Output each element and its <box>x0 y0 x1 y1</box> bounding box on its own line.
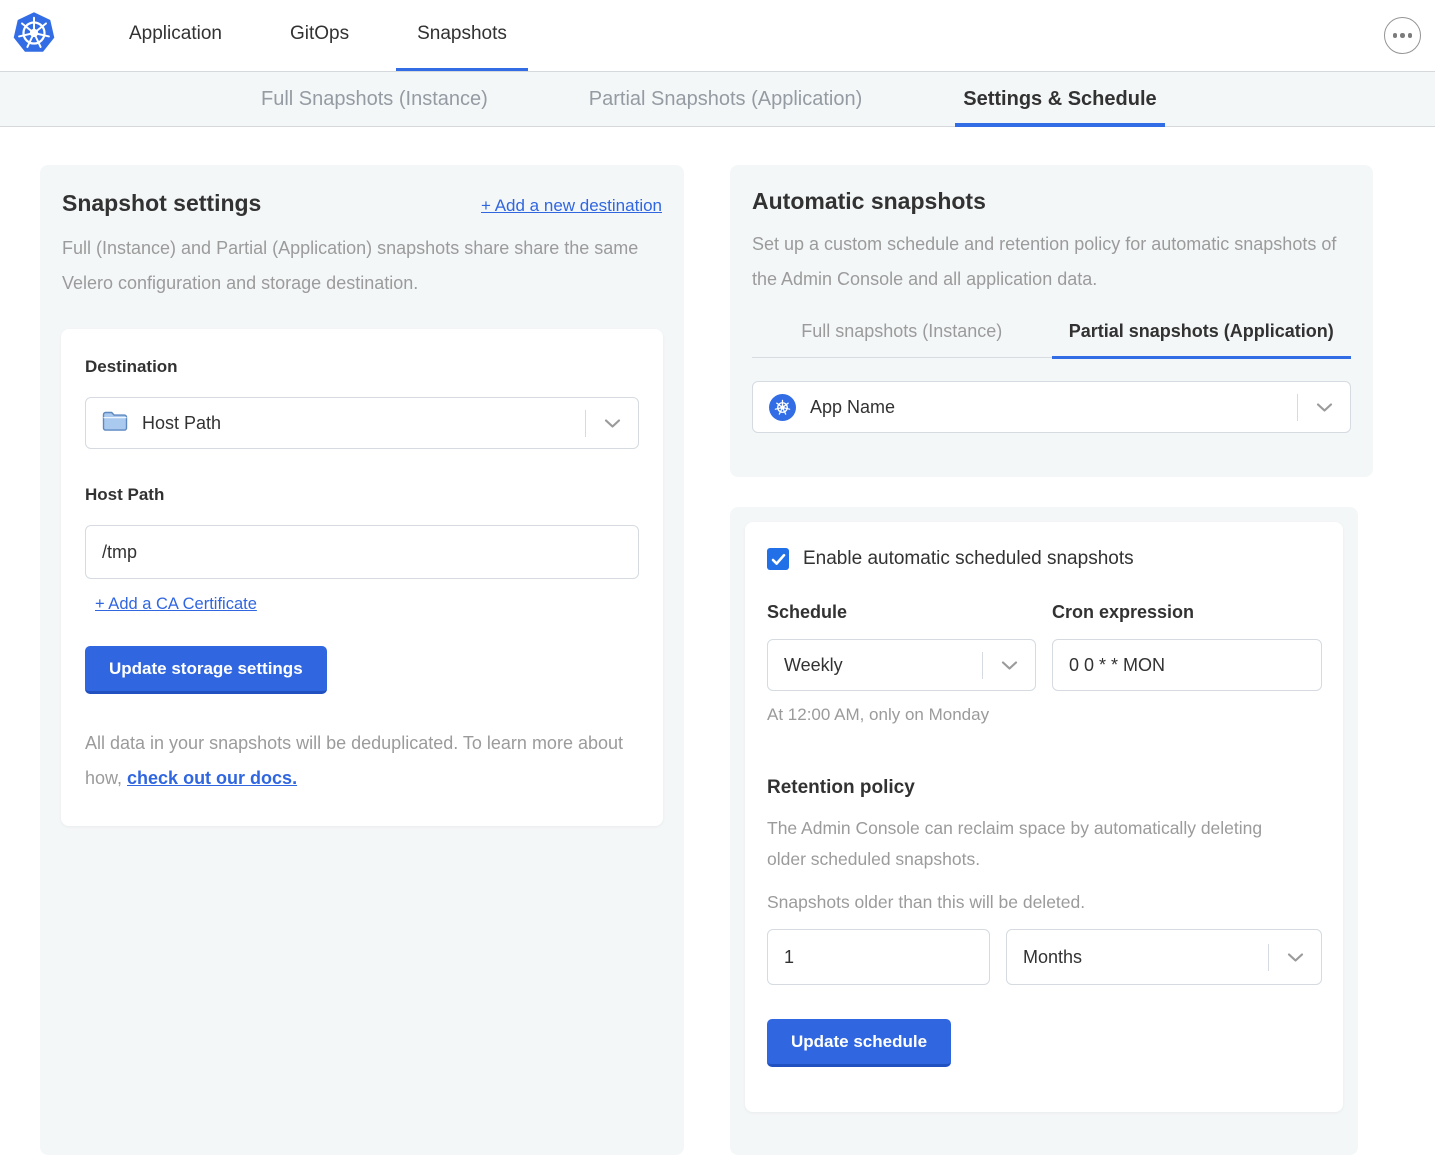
checkbox-checked-icon[interactable] <box>767 548 789 570</box>
retention-unit-select[interactable]: Months <box>1006 929 1322 985</box>
cron-human-readable: At 12:00 AM, only on Monday <box>767 705 1321 725</box>
storage-settings-panel: Destination Host Path Host Path <box>61 329 663 826</box>
topnav-tab-application[interactable]: Application <box>108 0 243 71</box>
update-storage-settings-button[interactable]: Update storage settings <box>85 646 327 694</box>
automatic-snapshots-title: Automatic snapshots <box>752 188 1351 215</box>
kubernetes-logo-icon <box>12 11 56 60</box>
host-path-label: Host Path <box>85 485 639 505</box>
kubernetes-app-icon <box>769 394 796 421</box>
schedule-label: Schedule <box>767 602 1036 623</box>
subnav-tab-full-snapshots[interactable]: Full Snapshots (Instance) <box>253 72 496 126</box>
schedule-panel: Enable automatic scheduled snapshots Sch… <box>745 522 1343 1112</box>
chevron-down-icon <box>586 398 638 448</box>
app-select-value: App Name <box>810 397 895 418</box>
dedupe-note: All data in your snapshots will be dedup… <box>85 726 639 796</box>
add-new-destination-link[interactable]: + Add a new destination <box>481 196 662 216</box>
add-ca-certificate-link[interactable]: + Add a CA Certificate <box>95 595 257 614</box>
subnav-tab-partial-snapshots[interactable]: Partial Snapshots (Application) <box>581 72 870 126</box>
schedule-interval-select[interactable]: Weekly <box>767 639 1036 691</box>
app-select[interactable]: App Name <box>752 381 1351 433</box>
retention-value-input[interactable] <box>767 929 990 985</box>
main-content: Snapshot settings + Add a new destinatio… <box>0 127 1435 1155</box>
update-schedule-button[interactable]: Update schedule <box>767 1019 951 1067</box>
folder-icon <box>102 410 128 437</box>
chevron-down-icon <box>1269 930 1321 984</box>
snapshot-settings-card: Snapshot settings + Add a new destinatio… <box>40 165 684 1155</box>
topnav-tab-snapshots[interactable]: Snapshots <box>396 0 528 71</box>
app-logo[interactable] <box>12 0 56 71</box>
ellipsis-icon <box>1393 33 1398 38</box>
topnav-tabs: Application GitOps Snapshots <box>108 0 528 71</box>
automatic-snapshots-card: Automatic snapshots Set up a custom sche… <box>730 165 1373 477</box>
tab-full-snapshots-instance[interactable]: Full snapshots (Instance) <box>752 321 1052 357</box>
destination-select-value: Host Path <box>142 413 221 434</box>
snapshot-settings-title: Snapshot settings <box>62 190 261 217</box>
schedule-interval-value: Weekly <box>784 655 843 676</box>
destination-label: Destination <box>85 357 178 376</box>
schedule-card: Enable automatic scheduled snapshots Sch… <box>730 507 1358 1155</box>
cron-expression-input[interactable] <box>1052 639 1322 691</box>
host-path-input[interactable] <box>85 525 639 579</box>
automatic-snapshots-tabs: Full snapshots (Instance) Partial snapsh… <box>752 321 1351 358</box>
retention-hint: Snapshots older than this will be delete… <box>767 891 1321 913</box>
topnav-tab-gitops[interactable]: GitOps <box>269 0 370 71</box>
subnav-tab-settings-schedule[interactable]: Settings & Schedule <box>955 72 1164 126</box>
top-navbar: Application GitOps Snapshots <box>0 0 1435 71</box>
retention-policy-title: Retention policy <box>767 777 1321 799</box>
chevron-down-icon <box>1298 382 1350 432</box>
cron-expression-label: Cron expression <box>1052 602 1322 623</box>
snapshots-subnav: Full Snapshots (Instance) Partial Snapsh… <box>0 71 1435 127</box>
retention-unit-value: Months <box>1023 947 1082 968</box>
enable-snapshots-label: Enable automatic scheduled snapshots <box>803 548 1134 570</box>
automatic-snapshots-description: Set up a custom schedule and retention p… <box>752 227 1342 297</box>
retention-policy-description: The Admin Console can reclaim space by a… <box>767 813 1292 875</box>
ellipsis-menu-button[interactable] <box>1384 17 1421 54</box>
snapshot-settings-description: Full (Instance) and Partial (Application… <box>61 231 646 301</box>
enable-snapshots-checkbox-row[interactable]: Enable automatic scheduled snapshots <box>767 548 1321 570</box>
destination-select[interactable]: Host Path <box>85 397 639 449</box>
docs-link[interactable]: check out our docs. <box>127 768 297 788</box>
tab-partial-snapshots-application[interactable]: Partial snapshots (Application) <box>1052 321 1352 357</box>
chevron-down-icon <box>983 640 1035 690</box>
